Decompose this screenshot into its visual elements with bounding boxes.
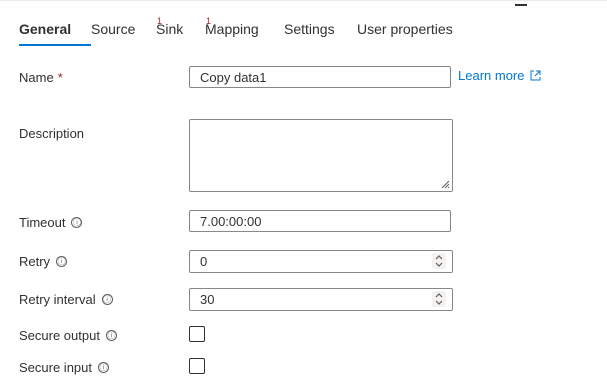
info-icon[interactable]: ⓘ [56, 256, 68, 267]
tab-bar: General Source 1 Sink 1 Mapping Settings U… [19, 16, 453, 46]
timeout-input[interactable] [189, 210, 451, 232]
retry-interval-stepper[interactable] [432, 291, 446, 307]
resize-grip-icon[interactable] [440, 179, 450, 189]
description-textarea[interactable] [189, 119, 453, 192]
secure-input-checkbox[interactable] [189, 358, 205, 374]
tab-user-properties[interactable]: User properties [357, 20, 453, 42]
chevron-up-icon[interactable] [435, 255, 443, 260]
chevron-down-icon[interactable] [435, 262, 443, 267]
external-link-icon [530, 70, 541, 81]
chevron-down-icon[interactable] [435, 300, 443, 305]
secure-output-checkbox[interactable] [189, 326, 205, 342]
tab-source[interactable]: Source 1 [91, 16, 162, 42]
info-icon[interactable]: ⓘ [98, 362, 109, 373]
tab-general[interactable]: General [19, 20, 91, 46]
timeout-label: Timeout ⓘ [19, 215, 83, 230]
tab-settings[interactable]: Settings [284, 20, 357, 42]
info-icon[interactable]: ⓘ [71, 217, 83, 228]
retry-input[interactable] [200, 251, 420, 271]
collapse-handle[interactable] [515, 4, 527, 6]
retry-stepper[interactable] [432, 253, 446, 269]
tab-sink[interactable]: Sink 1 [156, 16, 211, 42]
required-marker: * [57, 70, 63, 85]
secure-input-label: Secure input ⓘ [19, 360, 109, 375]
retry-interval-spin-field [189, 288, 453, 311]
secure-output-label: Secure output ⓘ [19, 328, 117, 343]
chevron-up-icon[interactable] [435, 293, 443, 298]
name-label: Name * [19, 70, 63, 85]
info-icon[interactable]: ⓘ [101, 294, 113, 305]
retry-interval-label: Retry interval ⓘ [19, 292, 113, 307]
info-icon[interactable]: ⓘ [105, 330, 117, 341]
name-input[interactable] [189, 66, 451, 88]
retry-spin-field [189, 250, 453, 273]
retry-interval-input[interactable] [200, 289, 420, 309]
description-label: Description [19, 126, 85, 141]
tab-mapping[interactable]: Mapping [205, 20, 284, 42]
retry-label: Retry ⓘ [19, 254, 68, 269]
learn-more-link[interactable]: Learn more [458, 68, 541, 83]
